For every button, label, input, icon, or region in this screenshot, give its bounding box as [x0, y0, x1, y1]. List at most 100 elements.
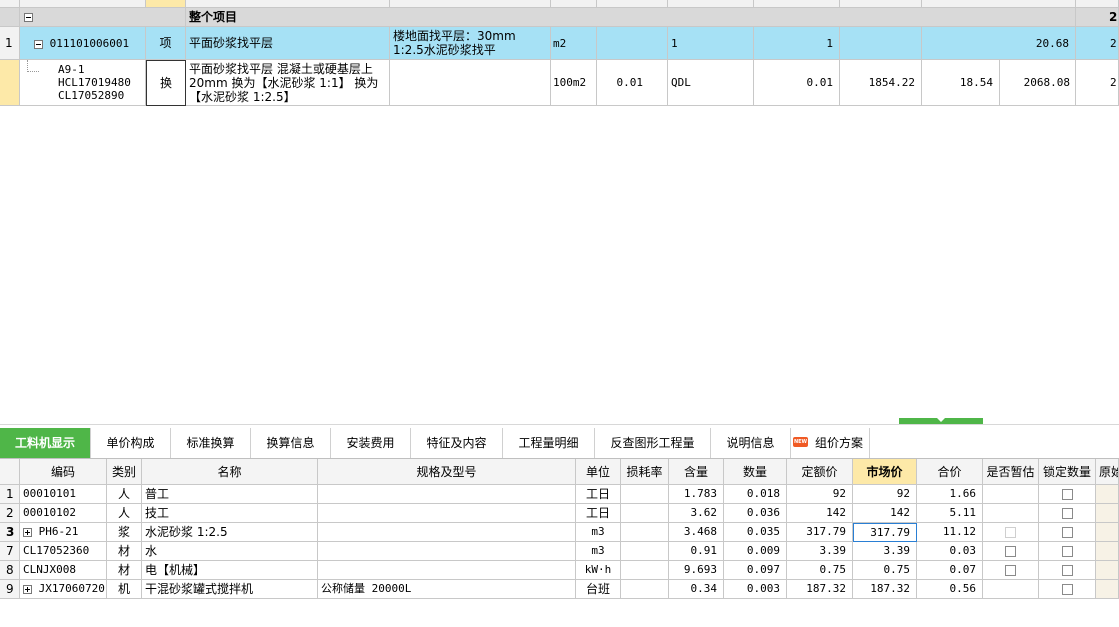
res-market-price[interactable]: 317.79: [853, 523, 917, 542]
res-content[interactable]: 0.91: [669, 542, 724, 561]
res-spec[interactable]: [318, 523, 576, 542]
item-total[interactable]: 20.68: [922, 27, 1076, 60]
item-name[interactable]: 平面砂浆找平层: [186, 27, 390, 60]
res-quota-price[interactable]: 142: [787, 504, 853, 523]
sub-type[interactable]: 换: [146, 60, 186, 106]
res-name[interactable]: 干混砂浆罐式搅拌机: [142, 580, 318, 599]
res-name[interactable]: 技工: [142, 504, 318, 523]
res-quota-price[interactable]: 92: [787, 485, 853, 504]
res-unit[interactable]: kW·h: [576, 561, 621, 580]
res-code[interactable]: CLNJX008: [20, 561, 107, 580]
sub-price2-value[interactable]: 18.54: [922, 60, 1000, 106]
collapse-icon[interactable]: [34, 39, 43, 49]
res-lock-qty[interactable]: [1039, 485, 1096, 504]
res-code[interactable]: 00010101: [20, 485, 107, 504]
res-quantity[interactable]: 0.018: [724, 485, 787, 504]
lock-checkbox[interactable]: [1061, 546, 1073, 557]
col-header-sum[interactable]: 合价: [917, 459, 983, 485]
res-market-price[interactable]: 187.32: [853, 580, 917, 599]
res-loss-rate[interactable]: [621, 580, 669, 599]
item-unit-price[interactable]: [840, 27, 922, 60]
res-quota-price[interactable]: 187.32: [787, 580, 853, 599]
res-provisional[interactable]: [983, 561, 1039, 580]
res-market-price[interactable]: 3.39: [853, 542, 917, 561]
col-header-original[interactable]: 原始: [1096, 459, 1119, 485]
col-header-quantity[interactable]: 数量: [724, 459, 787, 485]
res-loss-rate[interactable]: [621, 523, 669, 542]
sub-qty[interactable]: 0.01: [754, 60, 840, 106]
res-spec[interactable]: [318, 542, 576, 561]
res-code[interactable]: 00010102: [20, 504, 107, 523]
res-unit[interactable]: m3: [576, 542, 621, 561]
res-quantity[interactable]: 0.035: [724, 523, 787, 542]
res-lock-qty[interactable]: [1039, 542, 1096, 561]
lock-checkbox[interactable]: [1061, 489, 1073, 500]
res-lock-qty[interactable]: [1039, 561, 1096, 580]
expand-icon[interactable]: [23, 584, 32, 594]
res-name[interactable]: 电【机械】: [142, 561, 318, 580]
sub-expr[interactable]: QDL: [668, 60, 754, 106]
item-expr[interactable]: 1: [668, 27, 754, 60]
res-code[interactable]: PH6-21: [20, 523, 107, 542]
res-unit[interactable]: 工日: [576, 504, 621, 523]
res-lock-qty[interactable]: [1039, 580, 1096, 599]
res-sum[interactable]: 0.56: [917, 580, 983, 599]
item-code[interactable]: 011101006001: [20, 27, 146, 60]
sub-total[interactable]: 2068.08: [1000, 60, 1076, 106]
res-market-price[interactable]: 142: [853, 504, 917, 523]
tab-standard-conversion[interactable]: 标准换算: [171, 428, 251, 458]
tab-labor-material-machine[interactable]: 工料机显示: [0, 428, 91, 458]
provisional-checkbox[interactable]: [1005, 527, 1016, 538]
lock-checkbox[interactable]: [1061, 527, 1073, 538]
res-sum[interactable]: 5.11: [917, 504, 983, 523]
res-loss-rate[interactable]: [621, 561, 669, 580]
col-header-name[interactable]: 名称: [142, 459, 318, 485]
col-header-loss-rate[interactable]: 损耗率: [621, 459, 669, 485]
lock-checkbox[interactable]: [1061, 584, 1073, 595]
item-unit[interactable]: m2: [551, 27, 597, 60]
tab-installation-fees[interactable]: 安装费用: [331, 428, 411, 458]
res-unit[interactable]: m3: [576, 523, 621, 542]
lock-checkbox[interactable]: [1061, 508, 1073, 519]
res-sum[interactable]: 0.07: [917, 561, 983, 580]
col-header-category[interactable]: 类别: [107, 459, 142, 485]
res-unit[interactable]: 台班: [576, 580, 621, 599]
res-quota-price[interactable]: 0.75: [787, 561, 853, 580]
res-sum[interactable]: 11.12: [917, 523, 983, 542]
res-quota-price[interactable]: 317.79: [787, 523, 853, 542]
res-loss-rate[interactable]: [621, 504, 669, 523]
res-content[interactable]: 0.34: [669, 580, 724, 599]
provisional-checkbox[interactable]: [1005, 546, 1016, 557]
res-spec[interactable]: 公称储量 20000L: [318, 580, 576, 599]
collapse-icon[interactable]: [24, 13, 33, 22]
res-spec[interactable]: [318, 485, 576, 504]
col-header-lock-qty[interactable]: 锁定数量: [1039, 459, 1096, 485]
col-header-unit[interactable]: 单位: [576, 459, 621, 485]
col-header-spec[interactable]: 规格及型号: [318, 459, 576, 485]
res-quantity[interactable]: 0.003: [724, 580, 787, 599]
res-category[interactable]: 人: [107, 504, 142, 523]
res-category[interactable]: 浆: [107, 523, 142, 542]
res-quantity[interactable]: 0.097: [724, 561, 787, 580]
tab-quantity-details[interactable]: 工程量明细: [503, 428, 595, 458]
res-name[interactable]: 水: [142, 542, 318, 561]
res-category[interactable]: 人: [107, 485, 142, 504]
res-name[interactable]: 水泥砂浆 1:2.5: [142, 523, 318, 542]
sub-feature[interactable]: [390, 60, 551, 106]
res-quantity[interactable]: 0.036: [724, 504, 787, 523]
res-sum[interactable]: 0.03: [917, 542, 983, 561]
col-header-code[interactable]: 编码: [20, 459, 107, 485]
item-content[interactable]: [597, 27, 668, 60]
res-content[interactable]: 9.693: [669, 561, 724, 580]
sub-content[interactable]: 0.01: [597, 60, 668, 106]
tab-unit-price-composition[interactable]: 单价构成: [91, 428, 171, 458]
provisional-checkbox[interactable]: [1005, 565, 1016, 576]
res-category[interactable]: 材: [107, 561, 142, 580]
res-market-price[interactable]: 0.75: [853, 561, 917, 580]
tab-features-content[interactable]: 特征及内容: [411, 428, 503, 458]
item-qty[interactable]: 1: [754, 27, 840, 60]
expand-icon[interactable]: [23, 527, 32, 537]
col-header-market-price[interactable]: 市场价: [853, 459, 917, 485]
item-type[interactable]: 项: [146, 27, 186, 60]
col-header-provisional[interactable]: 是否暂估: [983, 459, 1039, 485]
